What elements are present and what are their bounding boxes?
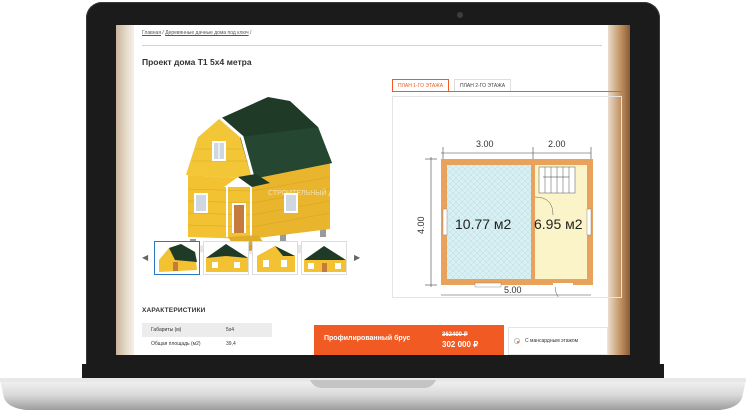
characteristics-heading: ХАРАКТЕРИСТИКИ: [142, 307, 206, 314]
watermark-text: СТРОИТЕЛЬНЫЙ ДОМ РФ: [268, 188, 344, 197]
floor-plan-panel: 3.00 2.00 4.00 10.77 м2 6.95 м2 5.00: [392, 96, 622, 304]
floor-plan: 3.00 2.00 4.00 10.77 м2 6.95 м2 5.00: [416, 139, 593, 304]
table-row: Габариты (м) 5х4: [142, 323, 272, 337]
new-price: 302 000 ₽: [442, 340, 479, 349]
old-price: 362400 ₽: [442, 332, 468, 338]
room-area-label: 10.77 м2: [455, 216, 512, 232]
gallery-prev-arrow-icon[interactable]: ◀: [142, 253, 148, 262]
page-content: Главная / Деревянные дачные дома под клю…: [134, 25, 622, 355]
tab-plan-floor-1[interactable]: ПЛАН 1-ГО ЭТАЖА: [392, 79, 450, 91]
material-price-button[interactable]: Профилированный брус 362400 ₽ 302 000 ₽: [314, 325, 504, 355]
screen: Главная / Деревянные дачные дома под клю…: [116, 25, 630, 355]
gallery-thumbnail[interactable]: [203, 241, 249, 275]
laptop-base: [0, 364, 746, 410]
camera-icon: [457, 12, 463, 18]
characteristics-table: Габариты (м) 5х4 Общая площадь (м2) 39,4: [142, 323, 272, 351]
gallery-thumbnail[interactable]: [154, 241, 200, 275]
dimension-label: 3.00: [476, 139, 494, 149]
option-radio[interactable]: [514, 338, 520, 344]
breadcrumb: Главная / Деревянные дачные дома под клю…: [142, 30, 251, 36]
header-divider: [142, 45, 602, 46]
room-area-label: 6.95 м2: [534, 216, 583, 232]
laptop-frame: Главная / Деревянные дачные дома под клю…: [0, 0, 746, 416]
gallery-thumbnail[interactable]: [252, 241, 298, 275]
material-label: Профилированный брус: [324, 335, 411, 342]
page-title: Проект дома Т1 5х4 метра: [142, 57, 252, 67]
table-cell-value: 39,4: [226, 341, 236, 347]
tab-plan-floor-2[interactable]: ПЛАН 2-ГО ЭТАЖА: [454, 79, 512, 91]
table-cell-key: Габариты (м): [151, 327, 182, 333]
plan-tabs: ПЛАН 1-ГО ЭТАЖА ПЛАН 2-ГО ЭТАЖА: [392, 77, 622, 92]
breadcrumb-category[interactable]: Деревянные дачные дома под ключ: [165, 30, 248, 36]
gallery-next-arrow-icon[interactable]: ▶: [354, 253, 360, 262]
gallery-thumbnail[interactable]: [301, 241, 347, 275]
dimension-label: 2.00: [548, 139, 566, 149]
gallery-thumbnails: ◀ ▶: [140, 241, 362, 277]
breadcrumb-separator: /: [250, 30, 252, 36]
breadcrumb-home[interactable]: Главная: [142, 30, 161, 36]
attic-option[interactable]: С мансардным этажом: [508, 327, 608, 355]
table-cell-value: 5х4: [226, 327, 235, 333]
option-label: С мансардным этажом: [525, 338, 579, 344]
tabs-underline: [392, 91, 622, 92]
dimension-label: 5.00: [504, 285, 522, 295]
table-cell-key: Общая площадь (м2): [151, 341, 201, 347]
house-image[interactable]: СТРОИТЕЛЬНЫЙ ДОМ РФ: [172, 79, 344, 255]
table-row: Общая площадь (м2) 39,4: [142, 337, 272, 351]
dimension-label: 4.00: [416, 216, 426, 234]
background-left: [116, 25, 134, 355]
